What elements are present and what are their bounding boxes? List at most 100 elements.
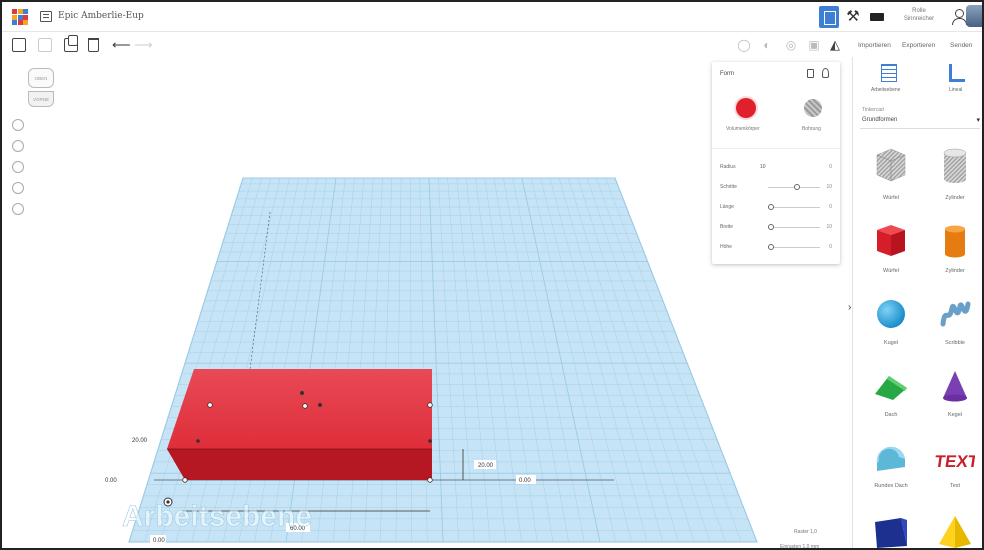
prop-width-track[interactable] <box>768 227 820 228</box>
solid-color-button[interactable] <box>736 98 756 118</box>
prop-steps-value: 10 <box>826 184 832 190</box>
svg-text:TEXT: TEXT <box>935 452 975 471</box>
workplane-icon[interactable] <box>881 64 897 82</box>
box-hole-icon[interactable] <box>871 145 911 185</box>
shape-label: Würfel <box>883 268 899 274</box>
paste-icon[interactable] <box>38 38 52 52</box>
dim-side[interactable]: 20.00 <box>132 438 148 444</box>
hole-button[interactable] <box>804 99 822 117</box>
prop-steps-label: Schritte <box>720 184 737 190</box>
workplane-watermark: Arbeitsebene <box>122 500 312 533</box>
sphere-blue-icon[interactable] <box>871 294 911 334</box>
app-window: Epic Amberlie-Eup ⚒ Rolle Sinnreicher ⟵ … <box>0 0 984 550</box>
dim-right-pos[interactable]: 0.00 <box>519 478 531 484</box>
bulb-icon[interactable] <box>822 68 829 78</box>
dim-left-pos[interactable]: 0.00 <box>105 478 117 484</box>
design-title[interactable]: Epic Amberlie-Eup <box>58 11 144 21</box>
snap-setting-label[interactable]: Einrasten 1,0 mm <box>780 544 819 550</box>
cylinder-orange-icon[interactable] <box>935 220 975 260</box>
prop-steps[interactable]: Schritte 10 <box>720 182 832 192</box>
home-view-icon[interactable] <box>12 119 24 131</box>
send-button[interactable]: Senden <box>950 42 972 49</box>
import-button[interactable]: Importieren <box>858 42 891 49</box>
solid-label: Volumenkörper <box>726 126 760 132</box>
lock-icon[interactable] <box>807 69 814 78</box>
fit-view-icon[interactable] <box>12 140 24 152</box>
shape-label: Zylinder <box>945 268 965 274</box>
prop-height-track[interactable] <box>768 247 820 248</box>
prop-length-value: 0 <box>829 204 832 210</box>
text-red-icon[interactable]: TEXT <box>935 439 975 479</box>
shape-inspector: Form Volumenkörper Bohrung Radius 10 0 S… <box>712 62 840 264</box>
user-role-line2: Sinnreicher <box>903 16 935 22</box>
align-icon[interactable]: ▣ <box>807 38 821 52</box>
scribble-icon[interactable] <box>935 294 975 334</box>
category-value: Grundformen <box>862 117 898 123</box>
box-red-icon[interactable] <box>871 220 911 260</box>
hammer-icon[interactable]: ⚒ <box>844 6 862 28</box>
delete-icon[interactable] <box>88 38 99 52</box>
prop-length-track[interactable] <box>768 207 820 208</box>
avatar[interactable] <box>966 5 982 27</box>
export-button[interactable]: Exportieren <box>902 42 935 49</box>
shape-label: Scribble <box>945 340 965 346</box>
prop-width[interactable]: Breite 10 <box>720 222 832 232</box>
prop-height-label: Höhe <box>720 244 732 250</box>
red-box[interactable] <box>167 369 433 483</box>
duplicate-icon[interactable] <box>64 35 78 52</box>
inspector-title[interactable]: Form <box>720 71 734 77</box>
shape-label: Text <box>949 483 961 489</box>
design-menu-icon[interactable] <box>40 11 52 22</box>
dim-bottom[interactable]: 0.00 <box>153 538 165 544</box>
prop-height-value: 0 <box>829 244 832 250</box>
shape-label: Kegel <box>947 412 963 418</box>
cylinder-hole-icon[interactable] <box>935 145 975 185</box>
cone-purple-icon[interactable] <box>935 366 975 406</box>
copy-icon[interactable] <box>12 38 26 52</box>
roof-green-icon[interactable] <box>871 366 911 406</box>
mirror-icon[interactable]: ◭ <box>828 38 842 52</box>
prop-steps-knob[interactable] <box>793 184 800 190</box>
prop-radius-input[interactable]: 10 <box>760 164 766 170</box>
3d-view-icon[interactable] <box>819 6 839 28</box>
user-role-line1: Rolle <box>912 8 926 14</box>
category-source: Tinkercad <box>862 107 884 113</box>
shape-label: Kugel <box>883 340 899 346</box>
redo-icon[interactable]: ⟶ <box>134 38 153 52</box>
shape-category-select[interactable]: Tinkercad Grundformen ▾ <box>860 105 980 129</box>
prop-radius[interactable]: Radius 10 0 <box>720 162 832 172</box>
grid-setting-label[interactable]: Raster 1,0 <box>794 529 817 535</box>
prop-radius-value: 0 <box>829 164 832 170</box>
add-user-icon[interactable] <box>952 9 967 25</box>
workplane-grid[interactable] <box>128 177 758 543</box>
view-cube[interactable]: OBEN VORNE <box>26 68 56 114</box>
zoom-in-icon[interactable] <box>12 161 24 173</box>
note-icon[interactable]: ◯ <box>737 38 751 52</box>
ruler-tab-label: Lineal <box>949 87 963 93</box>
wedge-navy-icon[interactable] <box>871 510 911 550</box>
prop-height-knob[interactable] <box>767 244 774 250</box>
pyramid-yellow-icon[interactable] <box>935 510 975 550</box>
view-cube-top[interactable]: OBEN <box>28 68 54 88</box>
light-icon[interactable]: ◐ <box>760 38 774 52</box>
ruler-icon[interactable] <box>949 64 965 82</box>
shape-label: Dach <box>884 412 898 418</box>
prop-width-knob[interactable] <box>767 224 774 230</box>
undo-icon[interactable]: ⟵ <box>112 38 131 52</box>
view-cube-front[interactable]: VORNE <box>28 91 54 107</box>
group-icon[interactable]: ◎ <box>784 38 798 52</box>
shape-label: Zylinder <box>945 195 965 201</box>
inspector-divider <box>712 148 840 149</box>
zoom-out-icon[interactable] <box>12 182 24 194</box>
prop-length[interactable]: Länge 0 <box>720 202 832 212</box>
dim-height[interactable]: 20.00 <box>478 463 494 469</box>
collapse-panel-icon[interactable]: › <box>848 302 851 313</box>
prop-height[interactable]: Höhe 0 <box>720 242 832 252</box>
tinkercad-logo[interactable] <box>12 9 28 25</box>
prop-width-label: Breite <box>720 224 734 230</box>
prop-length-knob[interactable] <box>767 204 774 210</box>
prop-length-label: Länge <box>720 204 734 210</box>
perspective-icon[interactable] <box>12 203 24 215</box>
round-roof-teal-icon[interactable] <box>871 439 911 479</box>
bricks-icon[interactable] <box>868 6 886 28</box>
